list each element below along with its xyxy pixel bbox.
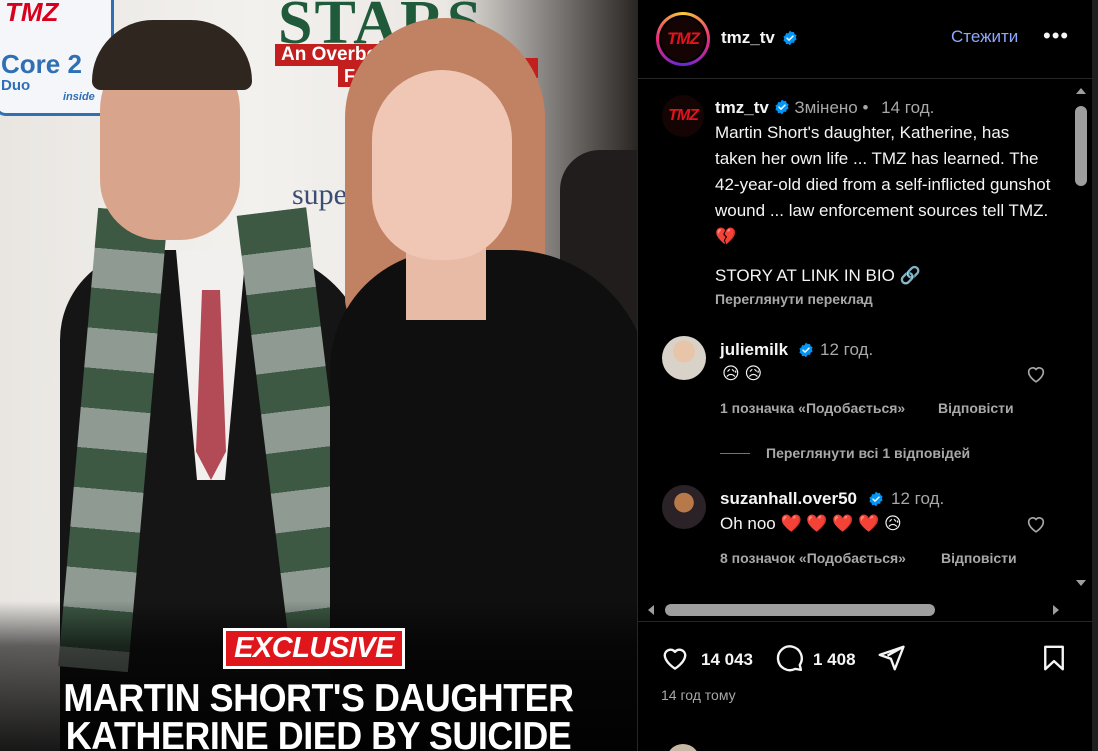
bookmark-icon[interactable] bbox=[1039, 643, 1069, 673]
more-options-icon[interactable]: ••• bbox=[1043, 23, 1069, 49]
comments-count[interactable]: 1 408 bbox=[813, 650, 856, 670]
scroll-up-arrow-icon[interactable] bbox=[1076, 88, 1086, 94]
share-icon[interactable] bbox=[876, 643, 906, 673]
edited-label: Змінено bbox=[794, 98, 858, 117]
post-header: TMZ tmz_tv Стежити ••• bbox=[638, 0, 1093, 79]
header-username[interactable]: tmz_tv bbox=[721, 28, 775, 48]
intel-tmz-text: TMZ bbox=[5, 0, 59, 27]
comments-list[interactable]: TMZ tmz_tv Змінено • 14 год. Martin Shor… bbox=[638, 80, 1078, 600]
verified-badge-icon bbox=[783, 30, 797, 46]
header-avatar[interactable]: TMZ bbox=[656, 12, 710, 66]
comment-like-count[interactable]: 8 позначок «Подобається» bbox=[720, 550, 906, 566]
comment-avatar[interactable] bbox=[662, 336, 706, 380]
post-actions-bar: 14 043 1 408 14 год тому bbox=[638, 621, 1093, 751]
story-link-text: STORY AT LINK IN BIO 🔗 bbox=[715, 266, 921, 285]
exclusive-badge: EXCLUSIVE bbox=[223, 628, 405, 669]
verified-badge-icon bbox=[799, 342, 813, 358]
super-backdrop-text: supe bbox=[292, 178, 347, 211]
post-time-ago[interactable]: 14 год тому bbox=[661, 687, 736, 703]
see-translation-button[interactable]: Переглянути переклад bbox=[715, 291, 873, 307]
post-side-panel: TMZ tmz_tv Стежити ••• TMZ tmz_tv Змінен… bbox=[637, 0, 1093, 751]
headline-line-2: KATHERINE DIED BY SUICIDE bbox=[65, 715, 572, 751]
likes-count[interactable]: 14 043 bbox=[701, 650, 753, 670]
tmz-avatar-logo: TMZ bbox=[661, 17, 705, 61]
woman-face bbox=[372, 70, 512, 260]
intel-inside-text: inside bbox=[63, 91, 95, 103]
caption-avatar[interactable]: TMZ bbox=[662, 95, 704, 137]
caption-time[interactable]: 14 год. bbox=[881, 98, 934, 117]
media-headline: MARTIN SHORT'S DAUGHTER KATHERINE DIED B… bbox=[25, 677, 611, 751]
man-hair bbox=[92, 20, 252, 90]
comment-like-count[interactable]: 1 позначка «Подобається» bbox=[720, 400, 905, 416]
replies-divider bbox=[720, 452, 750, 454]
caption-username[interactable]: tmz_tv bbox=[715, 98, 769, 117]
comment-icon[interactable] bbox=[774, 643, 804, 673]
horizontal-scroll-thumb[interactable] bbox=[665, 604, 935, 616]
scroll-down-arrow-icon[interactable] bbox=[1076, 580, 1086, 586]
intel-core-text: Core 2 bbox=[1, 49, 82, 79]
next-comment-avatar bbox=[666, 744, 700, 751]
vertical-scroll-thumb[interactable] bbox=[1075, 106, 1087, 186]
window-edge bbox=[1092, 0, 1098, 751]
scroll-left-arrow-icon[interactable] bbox=[648, 605, 654, 615]
follow-button[interactable]: Стежити bbox=[951, 27, 1018, 47]
vertical-scrollbar[interactable] bbox=[1071, 80, 1093, 600]
view-replies-label: Переглянути всі 1 відповідей bbox=[766, 445, 971, 461]
scroll-right-arrow-icon[interactable] bbox=[1053, 605, 1059, 615]
post-media[interactable]: TMZ Core 2 Duo inside STARS An Overbo Fo… bbox=[0, 0, 637, 751]
verified-badge-icon bbox=[869, 491, 883, 507]
comment-reply-button[interactable]: Відповісти bbox=[938, 400, 1014, 416]
caption-meta: tmz_tv Змінено • 14 год. bbox=[715, 98, 934, 118]
verified-badge-icon bbox=[774, 99, 789, 115]
intel-duo-text: Duo bbox=[1, 77, 31, 94]
meta-separator: • bbox=[862, 98, 869, 117]
comment-text: 😥 😥 bbox=[722, 364, 763, 383]
comment-time[interactable]: 12 год. bbox=[891, 489, 944, 509]
comment-like-heart-icon[interactable] bbox=[1025, 513, 1047, 535]
comment-like-heart-icon[interactable] bbox=[1025, 363, 1047, 385]
comment-text: Oh noo ❤️ ❤️ ❤️ ❤️ 😥 bbox=[720, 514, 902, 533]
comment-reply-button[interactable]: Відповісти bbox=[941, 550, 1017, 566]
horizontal-scrollbar[interactable] bbox=[638, 600, 1071, 620]
comment-username[interactable]: juliemilk bbox=[720, 340, 788, 360]
view-replies-button[interactable]: Переглянути всі 1 відповідей bbox=[720, 445, 970, 461]
headline-line-1: MARTIN SHORT'S DAUGHTER bbox=[63, 677, 574, 720]
comment-avatar[interactable] bbox=[662, 485, 706, 529]
comment-time[interactable]: 12 год. bbox=[820, 340, 873, 360]
heart-icon[interactable] bbox=[660, 643, 690, 673]
caption-text: Martin Short's daughter, Katherine, has … bbox=[715, 123, 1051, 246]
comment-username[interactable]: suzanhall.over50 bbox=[720, 489, 857, 509]
